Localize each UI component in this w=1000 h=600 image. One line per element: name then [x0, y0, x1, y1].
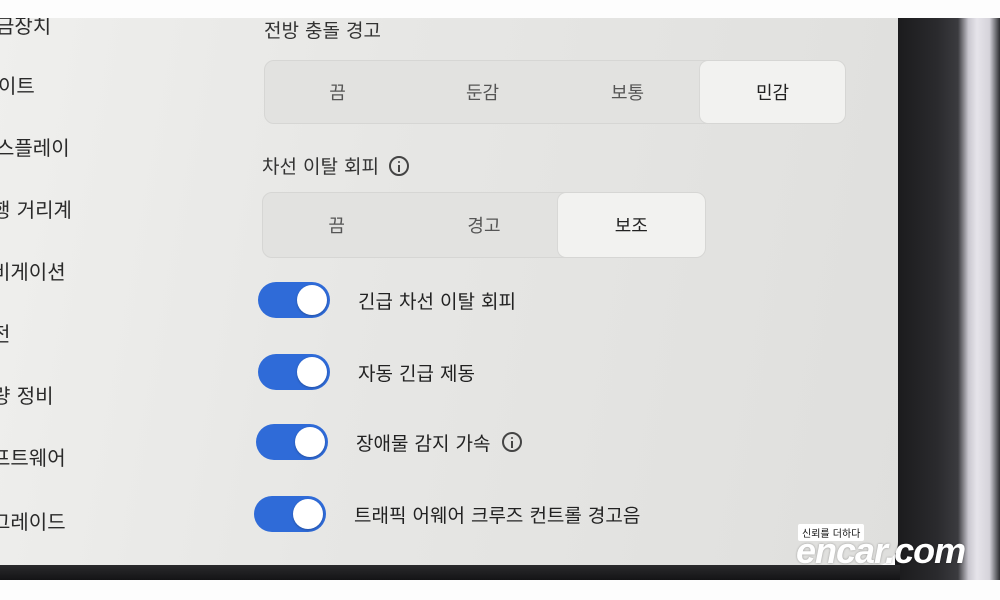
toggle-row-emergency-lane: 긴급 차선 이탈 회피	[258, 282, 516, 318]
display-bezel-bottom	[0, 565, 900, 580]
toggle-knob	[293, 499, 323, 529]
display-bezel-right	[895, 18, 1000, 580]
encar-watermark: 신뢰를 더하다 encar.com	[790, 522, 1000, 572]
sidebar-item-safety[interactable]: 전	[0, 318, 10, 347]
forward-collision-option-off[interactable]: 끔	[265, 61, 410, 123]
sidebar-item-lights[interactable]: 이트	[0, 70, 35, 99]
sidebar-item-service[interactable]: 량 정비	[0, 380, 54, 409]
tacc-chime-label-text: 트래픽 어웨어 크루즈 컨트롤 경고음	[354, 504, 641, 527]
sidebar-item-navigation[interactable]: 비게이션	[0, 256, 66, 285]
sidebar-item-trips[interactable]: 행 거리계	[0, 194, 72, 223]
emergency-lane-toggle[interactable]	[258, 282, 330, 318]
forward-collision-title-text: 전방 충돌 경고	[264, 20, 381, 42]
lane-departure-option-off[interactable]: 끔	[263, 193, 410, 257]
lane-departure-option-assist[interactable]: 보조	[557, 193, 705, 257]
obstacle-accel-label-text: 장애물 감지 가속	[356, 432, 491, 455]
settings-sidebar: 금장치 이트 스플레이 행 거리계 비게이션 전 량 정비 프트웨어 그레이드	[0, 18, 200, 566]
info-icon[interactable]	[502, 432, 523, 452]
forward-collision-option-medium[interactable]: 보통	[555, 61, 700, 123]
lane-departure-option-warning[interactable]: 경고	[410, 193, 557, 257]
emergency-lane-label-text: 긴급 차선 이탈 회피	[358, 290, 516, 313]
lane-departure-selector: 끔 경고 보조	[262, 192, 706, 258]
obstacle-accel-label: 장애물 감지 가속	[356, 429, 523, 456]
forward-collision-option-early[interactable]: 민감	[700, 61, 845, 123]
toggle-row-auto-braking: 자동 긴급 제동	[258, 354, 475, 390]
tacc-chime-toggle[interactable]	[254, 496, 326, 532]
sidebar-item-upgrades[interactable]: 그레이드	[0, 506, 66, 535]
photo-frame-top	[0, 0, 1000, 18]
tacc-chime-label: 트래픽 어웨어 크루즈 컨트롤 경고음	[354, 501, 640, 528]
photo-frame-bottom	[0, 580, 1000, 600]
lane-departure-title-text: 차선 이탈 회피	[262, 156, 379, 178]
auto-braking-label: 자동 긴급 제동	[358, 359, 475, 386]
auto-braking-label-text: 자동 긴급 제동	[358, 362, 475, 385]
toggle-row-tacc-chime: 트래픽 어웨어 크루즈 컨트롤 경고음	[254, 496, 640, 532]
sidebar-item-display[interactable]: 스플레이	[0, 132, 70, 161]
auto-braking-toggle[interactable]	[258, 354, 330, 390]
info-icon[interactable]	[388, 155, 409, 176]
emergency-lane-label: 긴급 차선 이탈 회피	[358, 287, 516, 314]
toggle-row-obstacle-accel: 장애물 감지 가속	[256, 424, 523, 460]
sidebar-item-software[interactable]: 프트웨어	[0, 442, 66, 471]
toggle-knob	[297, 285, 327, 315]
obstacle-accel-toggle[interactable]	[256, 424, 328, 460]
toggle-knob	[297, 357, 327, 387]
watermark-logo: encar.com	[796, 530, 966, 571]
toggle-knob	[295, 427, 325, 457]
lane-departure-title: 차선 이탈 회피	[262, 152, 409, 179]
forward-collision-option-late[interactable]: 둔감	[410, 61, 555, 123]
sidebar-item-locks[interactable]: 금장치	[0, 18, 51, 39]
forward-collision-title: 전방 충돌 경고	[264, 18, 381, 43]
settings-screen: 금장치 이트 스플레이 행 거리계 비게이션 전 량 정비 프트웨어 그레이드 …	[0, 18, 898, 566]
forward-collision-selector: 끔 둔감 보통 민감	[264, 60, 846, 124]
